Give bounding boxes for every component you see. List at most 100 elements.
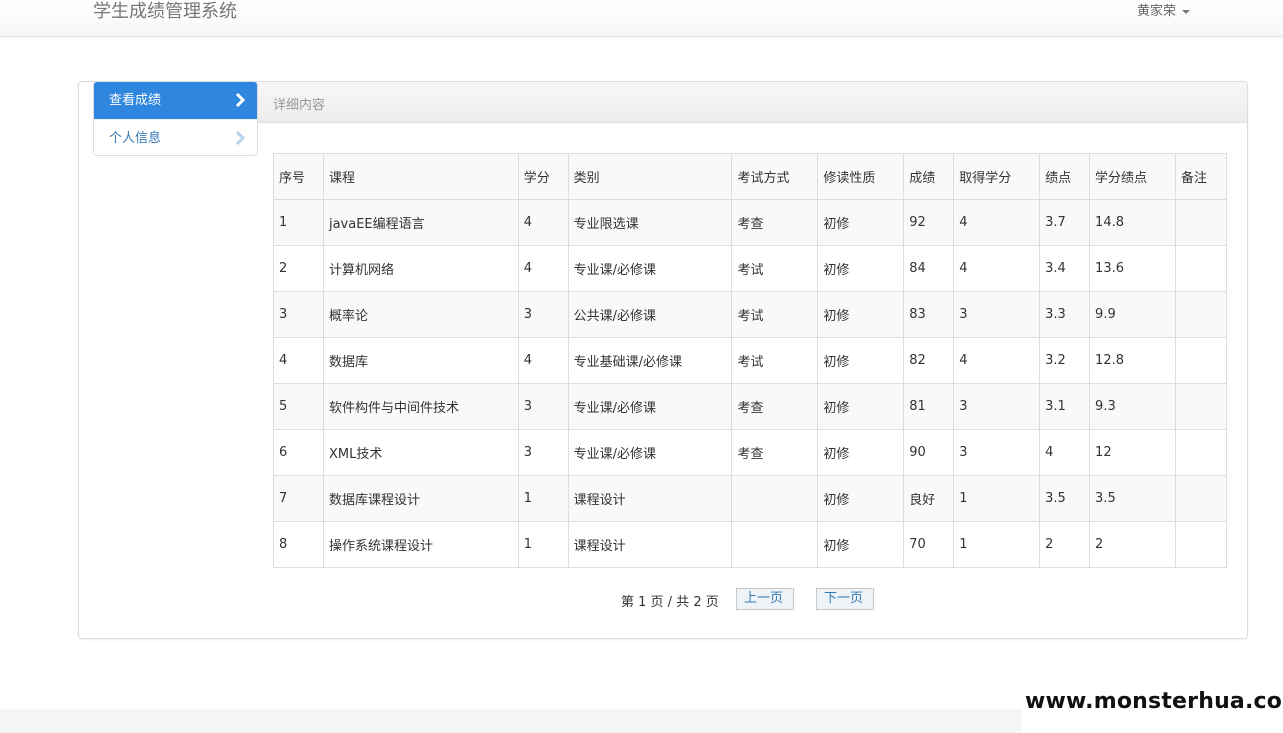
sidebar-item-view-grades[interactable]: 查看成绩: [94, 82, 257, 119]
table-cell: 4: [517, 199, 569, 246]
watermark: www.monsterhua.com: [1025, 689, 1283, 714]
table-cell: 4: [273, 337, 324, 384]
user-menu-dropdown[interactable]: 黄家荣: [1137, 3, 1191, 21]
table-cell: 3: [953, 429, 1041, 476]
table-cell: 4: [517, 245, 569, 292]
table-cell: [1174, 429, 1228, 476]
app-title[interactable]: 学生成绩管理系统: [93, 0, 237, 24]
table-cell: 考试: [731, 245, 819, 292]
table-cell: 专业基础课/必修课: [567, 337, 733, 384]
table-cell: 专业课/必修课: [567, 429, 733, 476]
table-cell: 4: [517, 337, 569, 384]
table-cell: 数据库: [322, 337, 519, 384]
caret-down-icon: [1182, 10, 1191, 14]
table-cell: 82: [903, 337, 955, 384]
column-header: 类别: [567, 153, 733, 200]
table-cell: 3: [517, 383, 569, 430]
table-cell: 2: [1089, 521, 1176, 568]
sidebar-item-label: 个人信息: [109, 131, 162, 146]
table-cell: 初修: [817, 245, 905, 292]
table-cell: 3.5: [1089, 475, 1176, 522]
table-cell: [1174, 521, 1228, 568]
table-cell: 3: [517, 429, 569, 476]
table-cell: [731, 475, 819, 522]
table-cell: 3: [273, 291, 324, 338]
column-header: 课程: [322, 153, 519, 200]
table-cell: 2: [1039, 521, 1091, 568]
table-cell: 1: [273, 199, 324, 246]
sidebar: 查看成绩 个人信息: [93, 81, 258, 156]
table-cell: [1174, 199, 1228, 246]
sidebar-item-profile[interactable]: 个人信息: [94, 119, 257, 155]
table-cell: 软件构件与中间件技术: [322, 383, 519, 430]
table-cell: [1174, 245, 1228, 292]
table-cell: 70: [903, 521, 955, 568]
table-cell: 良好: [903, 475, 955, 522]
table-cell: 课程设计: [567, 521, 733, 568]
chevron-right-icon: [235, 131, 246, 145]
table-row: 7 数据库课程设计 1 课程设计 初修 良好 1 3.5 3.5: [273, 475, 1228, 522]
table-cell: 6: [273, 429, 324, 476]
table-cell: 13.6: [1089, 245, 1176, 292]
table-cell: 1: [517, 521, 569, 568]
table-cell: 初修: [817, 521, 905, 568]
table-row: 4 数据库 4 专业基础课/必修课 考试 初修 82 4 3.2 12.8: [273, 337, 1228, 384]
table-cell: 操作系统课程设计: [322, 521, 519, 568]
table-row: 8 操作系统课程设计 1 课程设计 初修 70 1 2 2: [273, 521, 1228, 568]
table-cell: 2: [273, 245, 324, 292]
table-cell: 9.3: [1089, 383, 1176, 430]
table-cell: 4: [1039, 429, 1091, 476]
table-cell: 专业课/必修课: [567, 383, 733, 430]
grades-table: 序号 课程 学分 类别 考试方式 修读性质 成绩 取得学分 绩点 学分绩点 备注…: [273, 153, 1228, 568]
table-cell: 初修: [817, 475, 905, 522]
table-cell: 4: [953, 337, 1041, 384]
table-cell: 3.5: [1039, 475, 1091, 522]
table-cell: 4: [953, 245, 1041, 292]
table-cell: 8: [273, 521, 324, 568]
column-header: 绩点: [1039, 153, 1091, 200]
table-cell: 3.4: [1039, 245, 1091, 292]
table-cell: 数据库课程设计: [322, 475, 519, 522]
table-cell: 考查: [731, 199, 819, 246]
table-cell: 9.9: [1089, 291, 1176, 338]
table-cell: 专业课/必修课: [567, 245, 733, 292]
page-info: 第 1 页 / 共 2 页: [621, 595, 719, 610]
table-cell: 考查: [731, 429, 819, 476]
table-cell: 3: [517, 291, 569, 338]
table-cell: 概率论: [322, 291, 519, 338]
table-cell: 考试: [731, 291, 819, 338]
table-cell: 初修: [817, 291, 905, 338]
chevron-right-icon: [235, 93, 246, 107]
table-row: 6 XML技术 3 专业课/必修课 考查 初修 90 3 4 12: [273, 429, 1228, 476]
table-cell: 公共课/必修课: [567, 291, 733, 338]
table-cell: javaEE编程语言: [322, 199, 519, 246]
prev-page-button[interactable]: 上一页: [736, 588, 794, 610]
table-cell: 3.2: [1039, 337, 1091, 384]
column-header: 学分绩点: [1089, 153, 1176, 200]
table-cell: 14.8: [1089, 199, 1176, 246]
table-cell: XML技术: [322, 429, 519, 476]
footer-band: [0, 709, 1022, 733]
panel-heading: 详细内容: [258, 82, 1247, 123]
table-cell: 计算机网络: [322, 245, 519, 292]
table-cell: [1174, 475, 1228, 522]
table-cell: 92: [903, 199, 955, 246]
table-cell: 3.1: [1039, 383, 1091, 430]
next-page-button[interactable]: 下一页: [816, 588, 874, 610]
table-cell: 81: [903, 383, 955, 430]
table-cell: [731, 521, 819, 568]
table-cell: 专业限选课: [567, 199, 733, 246]
column-header: 成绩: [903, 153, 955, 200]
table-cell: 考试: [731, 337, 819, 384]
column-header: 取得学分: [953, 153, 1041, 200]
table-cell: 5: [273, 383, 324, 430]
table-cell: [1174, 383, 1228, 430]
table-cell: 初修: [817, 337, 905, 384]
panel-heading-title: 详细内容: [273, 98, 326, 113]
table-cell: 3: [953, 383, 1041, 430]
table-cell: 83: [903, 291, 955, 338]
table-cell: 初修: [817, 199, 905, 246]
pagination: 第 1 页 / 共 2 页 上一页 下一页: [0, 588, 1283, 610]
table-row: 5 软件构件与中间件技术 3 专业课/必修课 考查 初修 81 3 3.1 9.3: [273, 383, 1228, 430]
table-row: 3 概率论 3 公共课/必修课 考试 初修 83 3 3.3 9.9: [273, 291, 1228, 338]
